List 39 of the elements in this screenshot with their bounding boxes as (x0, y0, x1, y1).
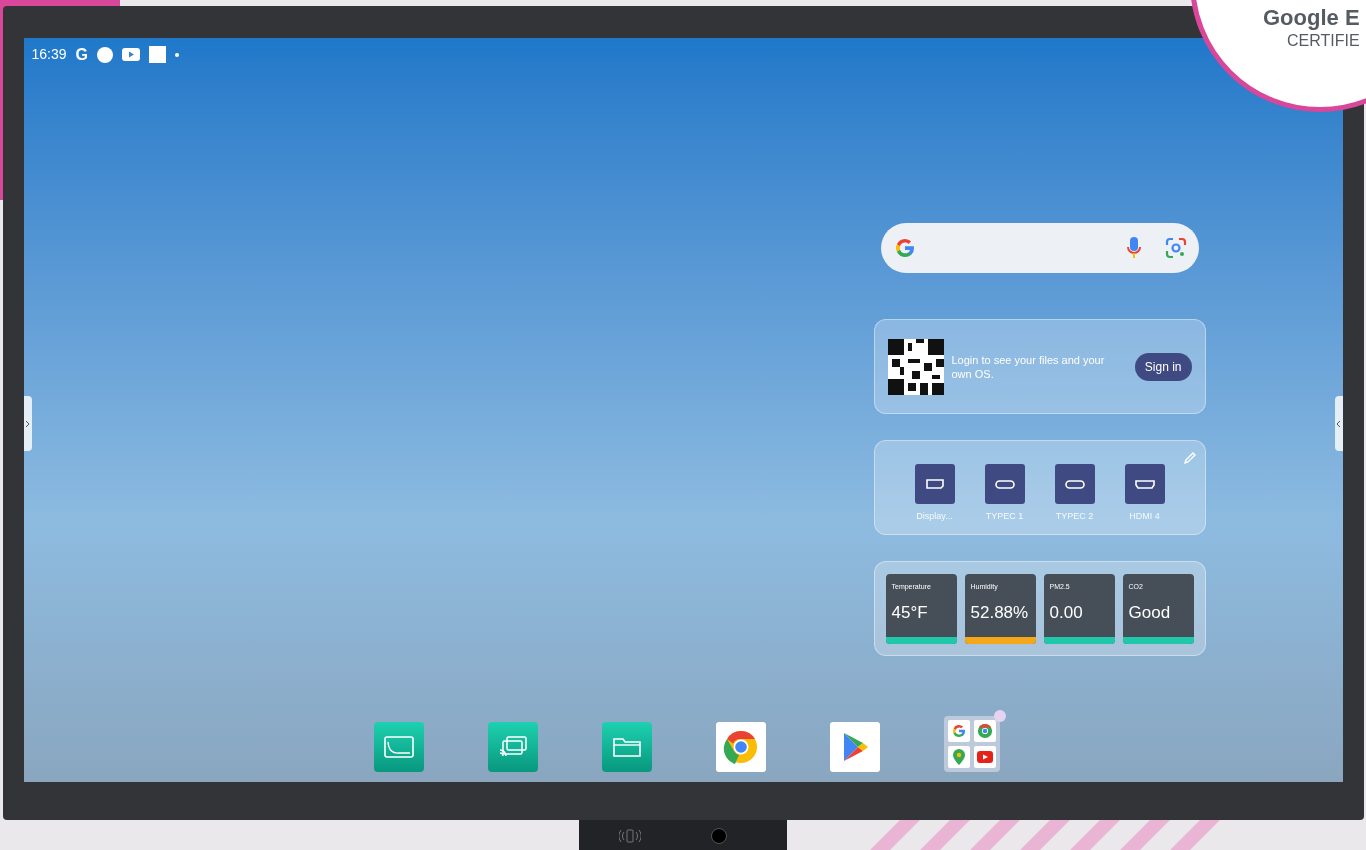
vibration-icon (619, 829, 641, 843)
input-source-button[interactable]: Display... (910, 464, 959, 534)
search-bar[interactable] (880, 223, 1199, 273)
port-icon (914, 464, 955, 504)
side-handle[interactable] (23, 396, 32, 451)
chrome-app-icon[interactable] (715, 722, 766, 772)
port-icon (1124, 464, 1165, 504)
camera-lens-icon (711, 828, 727, 844)
square-icon (149, 46, 166, 63)
input-source-button[interactable]: HDMI 4 (1120, 464, 1169, 534)
play-store-app-icon[interactable] (829, 722, 880, 772)
chrome-logo-icon (976, 723, 993, 739)
screen-cast-app-icon[interactable] (487, 722, 538, 772)
port-icon (1054, 464, 1095, 504)
input-source-button[interactable]: TYPEC 2 (1050, 464, 1099, 534)
whiteboard-app-icon[interactable] (373, 722, 424, 772)
qr-code-icon (887, 338, 944, 395)
sign-in-button[interactable]: Sign in (1134, 352, 1192, 381)
map-pin-icon (952, 749, 965, 765)
edit-pencil-icon[interactable] (1182, 451, 1197, 465)
sensor-value: 45°F (890, 602, 929, 624)
google-letter-icon: G (75, 46, 88, 63)
sensor-value: 0.00 (1048, 602, 1084, 624)
app-folder-icon[interactable] (943, 716, 1000, 772)
badge-subtitle: CERTIFIE (1286, 31, 1360, 51)
google-logo-icon (950, 723, 967, 739)
video-play-icon (976, 751, 993, 763)
badge-title: Google E (1263, 5, 1360, 31)
folder-app-icon[interactable] (601, 722, 652, 772)
side-handle[interactable] (1334, 396, 1343, 451)
lens-icon[interactable] (1164, 237, 1187, 259)
sensor-value: 52.88% (969, 602, 1030, 624)
login-message: Login to see your files and your own OS. (951, 352, 1106, 381)
status-time: 16:39 (31, 45, 67, 64)
input-source-button[interactable]: TYPEC 1 (980, 464, 1029, 534)
video-icon (122, 48, 140, 61)
sensor-value: Good (1127, 602, 1172, 624)
microphone-icon[interactable] (1126, 236, 1141, 260)
port-icon (984, 464, 1025, 504)
